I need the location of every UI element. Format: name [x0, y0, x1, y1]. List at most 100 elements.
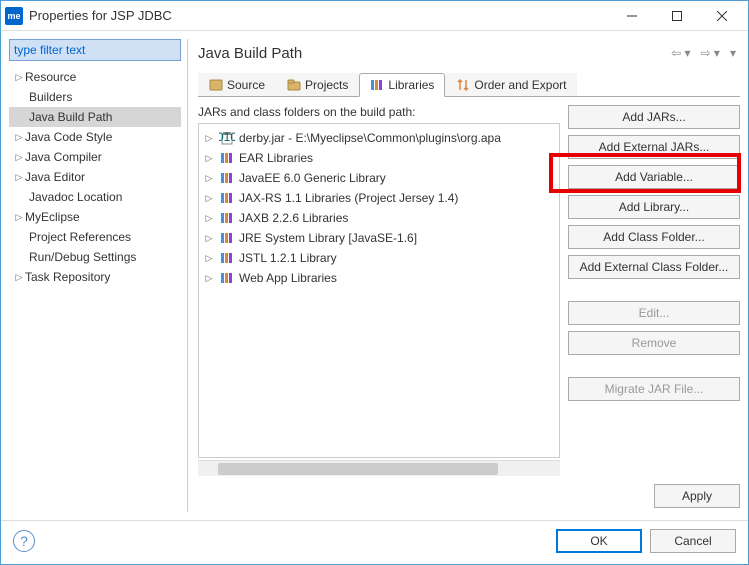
chevron-right-icon: ▷: [203, 173, 215, 184]
tree-label: Task Repository: [25, 270, 110, 284]
svg-text:010: 010: [219, 131, 235, 144]
jar-section: JARs and class folders on the build path…: [198, 105, 560, 476]
chevron-right-icon: ▷: [13, 152, 25, 163]
tab-source[interactable]: Source: [198, 73, 276, 96]
page-title: Java Build Path: [198, 45, 667, 62]
jar-label: derby.jar - E:\Myeclipse\Common\plugins\…: [239, 131, 501, 145]
tree-item-java-editor[interactable]: ▷Java Editor: [9, 167, 181, 187]
jar-icon: 010: [219, 131, 235, 145]
remove-button: Remove: [568, 331, 740, 355]
tree-item-javadoc-location[interactable]: Javadoc Location: [9, 187, 181, 207]
chevron-right-icon: ▷: [13, 132, 25, 143]
library-icon: [219, 211, 235, 225]
library-icon: [219, 271, 235, 285]
tab-projects[interactable]: Projects: [276, 73, 359, 96]
tree-label: Project References: [29, 230, 131, 244]
order-export-icon: [456, 78, 470, 92]
tree-label: MyEclipse: [25, 210, 80, 224]
jar-label: EAR Libraries: [239, 151, 313, 165]
tree-label: Java Build Path: [29, 110, 112, 124]
chevron-right-icon: ▷: [13, 72, 25, 83]
tree-item-java-code-style[interactable]: ▷Java Code Style: [9, 127, 181, 147]
nav-icons: ⇦ ▾ ⇨ ▾ ▾: [667, 44, 740, 62]
footer: ? OK Cancel: [1, 520, 748, 564]
tree-item-task-repository[interactable]: ▷Task Repository: [9, 267, 181, 287]
jar-item[interactable]: ▷Web App Libraries: [203, 268, 555, 288]
jar-label: JRE System Library [JavaSE-1.6]: [239, 231, 417, 245]
chevron-right-icon: ▷: [203, 213, 215, 224]
source-icon: [209, 78, 223, 92]
jar-item[interactable]: ▷ JAXB 2.2.6 Libraries: [203, 208, 555, 228]
ok-button[interactable]: OK: [556, 529, 642, 553]
menu-icon[interactable]: ▾: [726, 44, 740, 62]
add-external-jars-button[interactable]: Add External JARs...: [568, 135, 740, 159]
category-tree[interactable]: ▷Resource Builders Java Build Path ▷Java…: [9, 67, 181, 512]
chevron-right-icon: ▷: [203, 153, 215, 164]
help-icon[interactable]: ?: [13, 530, 35, 552]
tab-content: JARs and class folders on the build path…: [198, 97, 740, 476]
tree-item-myeclipse[interactable]: ▷MyEclipse: [9, 207, 181, 227]
sidebar: ▷Resource Builders Java Build Path ▷Java…: [9, 39, 181, 512]
button-column: Add JARs... Add External JARs... Add Var…: [568, 105, 740, 476]
tree-label: Java Compiler: [25, 150, 102, 164]
window-title: Properties for JSP JDBC: [29, 8, 609, 23]
close-button[interactable]: [699, 2, 744, 30]
add-class-folder-button[interactable]: Add Class Folder...: [568, 225, 740, 249]
jar-list[interactable]: ▷ 010 derby.jar - E:\Myeclipse\Common\plug…: [198, 123, 560, 458]
tree-label: Resource: [25, 70, 76, 84]
tree-label: Java Editor: [25, 170, 85, 184]
filter-input[interactable]: [9, 39, 181, 61]
jar-item[interactable]: ▷JSTL 1.2.1 Library: [203, 248, 555, 268]
chevron-right-icon: ▷: [203, 253, 215, 264]
tree-item-builders[interactable]: Builders: [9, 87, 181, 107]
scrollbar-thumb[interactable]: [218, 463, 498, 475]
properties-window: me Properties for JSP JDBC ▷Resource Bui…: [0, 0, 749, 565]
edit-button: Edit...: [568, 301, 740, 325]
back-icon[interactable]: ⇦ ▾: [667, 44, 694, 62]
forward-icon[interactable]: ⇨ ▾: [697, 44, 724, 62]
jar-item[interactable]: ▷JRE System Library [JavaSE-1.6]: [203, 228, 555, 248]
tab-order-export[interactable]: Order and Export: [445, 73, 577, 96]
jar-label: Web App Libraries: [239, 271, 337, 285]
jar-label: JAXB 2.2.6 Libraries: [239, 211, 348, 225]
add-jars-button[interactable]: Add JARs...: [568, 105, 740, 129]
chevron-right-icon: ▷: [203, 193, 215, 204]
add-external-class-folder-button[interactable]: Add External Class Folder...: [568, 255, 740, 279]
jar-item[interactable]: ▷JavaEE 6.0 Generic Library: [203, 168, 555, 188]
chevron-right-icon: ▷: [13, 212, 25, 223]
tree-label: Java Code Style: [25, 130, 112, 144]
jar-item[interactable]: ▷ EAR Libraries: [203, 148, 555, 168]
horizontal-scrollbar[interactable]: [198, 460, 560, 476]
jars-label: JARs and class folders on the build path…: [198, 105, 560, 119]
tree-item-java-compiler[interactable]: ▷Java Compiler: [9, 147, 181, 167]
libraries-icon: [370, 78, 384, 92]
tab-libraries[interactable]: Libraries: [359, 73, 445, 97]
chevron-right-icon: ▷: [203, 133, 215, 144]
projects-icon: [287, 78, 301, 92]
main-panel: Java Build Path ⇦ ▾ ⇨ ▾ ▾ Source Project…: [187, 39, 740, 512]
app-icon: me: [5, 7, 23, 25]
tabs: Source Projects Libraries Order and Expo…: [198, 73, 740, 97]
library-icon: [219, 191, 235, 205]
apply-row: Apply: [198, 476, 740, 512]
apply-button[interactable]: Apply: [654, 484, 740, 508]
cancel-button[interactable]: Cancel: [650, 529, 736, 553]
tree-label: Run/Debug Settings: [29, 250, 136, 264]
add-library-button[interactable]: Add Library...: [568, 195, 740, 219]
tree-item-project-references[interactable]: Project References: [9, 227, 181, 247]
footer-buttons: OK Cancel: [556, 529, 736, 553]
add-variable-button[interactable]: Add Variable...: [568, 165, 740, 189]
minimize-button[interactable]: [609, 2, 654, 30]
tree-item-resource[interactable]: ▷Resource: [9, 67, 181, 87]
tree-item-run-debug-settings[interactable]: Run/Debug Settings: [9, 247, 181, 267]
library-icon: [219, 231, 235, 245]
library-icon: [219, 171, 235, 185]
titlebar: me Properties for JSP JDBC: [1, 1, 748, 31]
jar-item[interactable]: ▷ JAX-RS 1.1 Libraries (Project Jersey 1.…: [203, 188, 555, 208]
jar-label: JAX-RS 1.1 Libraries (Project Jersey 1.4…: [239, 191, 458, 205]
tree-item-java-build-path[interactable]: Java Build Path: [9, 107, 181, 127]
tab-label: Order and Export: [474, 78, 566, 92]
maximize-button[interactable]: [654, 2, 699, 30]
tab-label: Projects: [305, 78, 348, 92]
jar-item[interactable]: ▷ 010 derby.jar - E:\Myeclipse\Common\plug…: [203, 128, 555, 148]
